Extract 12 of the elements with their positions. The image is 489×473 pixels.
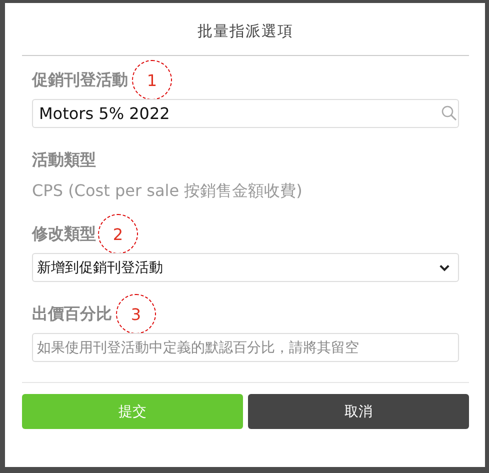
field-label: 促銷刊登活動 bbox=[32, 70, 128, 90]
search-icon bbox=[441, 105, 457, 121]
chevron-icon bbox=[439, 264, 450, 272]
search-field[interactable]: Motors 5% 2022 bbox=[32, 99, 459, 128]
field-label: 出價百分比 bbox=[32, 304, 112, 324]
dialog-title: 批量指派選項 bbox=[196, 21, 294, 42]
percentage-field[interactable]: 如果使用刊登活動中定義的默認百分比，請將其留空 bbox=[32, 333, 459, 362]
cancel-button[interactable]: 取消 bbox=[248, 394, 469, 429]
field-label: 活動類型 bbox=[32, 150, 96, 170]
campaign-type-text: CPS (Cost per sale 按銷售金額收費) bbox=[32, 180, 304, 202]
field-label: 修改類型 bbox=[32, 224, 96, 244]
select-field[interactable]: 新增到促銷刊登活動 bbox=[32, 253, 459, 282]
